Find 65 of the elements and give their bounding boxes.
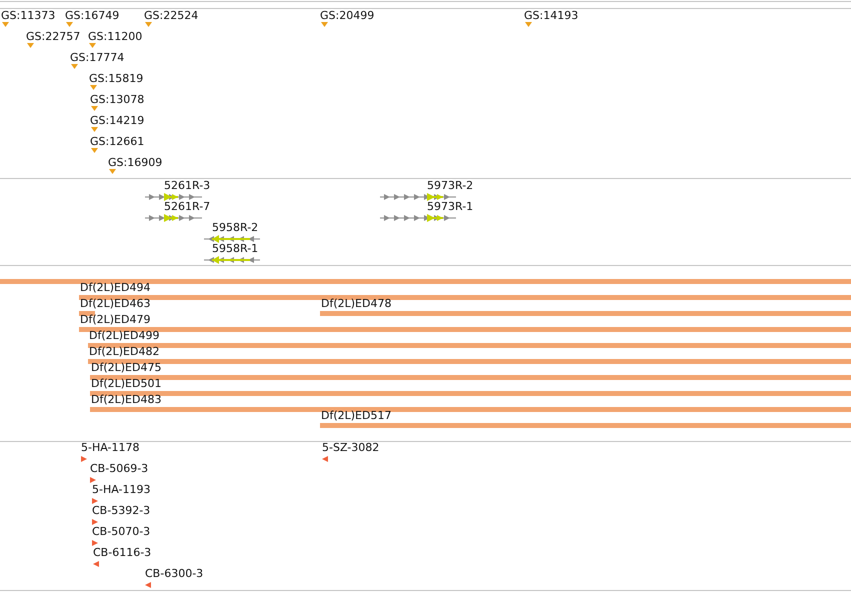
gene-model-drawing[interactable] xyxy=(380,193,456,201)
insertion-marker-icon[interactable] xyxy=(90,477,96,483)
gene-label: GS:14219 xyxy=(90,115,144,127)
gene-marker-icon[interactable] xyxy=(91,148,98,153)
insertion-label: 5-HA-1178 xyxy=(81,442,140,454)
insertion-marker-icon[interactable] xyxy=(93,561,99,567)
deficiency-label: Df(2L)ED517 xyxy=(321,410,392,422)
deficiency-label: Df(2L)ED483 xyxy=(91,394,162,406)
gene-model-drawing[interactable] xyxy=(204,235,260,243)
deficiency-label: Df(2L)ED501 xyxy=(91,378,162,390)
insertion-label: 5-HA-1193 xyxy=(92,484,150,496)
deficiency-label: Df(2L)ED499 xyxy=(89,330,160,342)
insertion-label: CB-5069-3 xyxy=(90,463,148,475)
transcript-label: 5973R-2 xyxy=(427,180,474,192)
insertion-marker-icon[interactable] xyxy=(145,582,151,588)
deficiency-label: Df(2L)ED478 xyxy=(321,298,392,310)
deficiency-label: Df(2L)ED494 xyxy=(80,282,150,294)
transcript-label: 5261R-7 xyxy=(164,201,210,213)
gene-label: GS:22524 xyxy=(144,10,198,22)
gene-label: GS:13078 xyxy=(90,94,144,106)
insertion-label: CB-5392-3 xyxy=(92,505,150,517)
insertion-marker-icon[interactable] xyxy=(81,456,87,462)
gene-label: GS:11200 xyxy=(88,31,142,43)
gene-marker-icon[interactable] xyxy=(525,22,532,27)
transcript-label: 5958R-1 xyxy=(212,243,258,255)
gene-label: GS:12661 xyxy=(90,136,144,148)
gene-label: GS:16909 xyxy=(108,157,162,169)
gene-marker-icon[interactable] xyxy=(90,85,97,90)
gene-marker-icon[interactable] xyxy=(321,22,328,27)
insertion-label: CB-6116-3 xyxy=(93,547,152,559)
deficiency-bar[interactable] xyxy=(79,311,95,316)
gene-label: GS:20499 xyxy=(320,10,374,22)
gene-marker-icon[interactable] xyxy=(27,43,34,48)
transcript-label: 5261R-3 xyxy=(164,180,210,192)
deficiency-label: Df(2L)ED475 xyxy=(91,362,162,374)
gene-label: GS:11373 xyxy=(1,10,56,22)
insertion-marker-icon[interactable] xyxy=(92,519,98,525)
gene-model-drawing[interactable] xyxy=(145,214,202,222)
insertion-label: CB-5070-3 xyxy=(92,526,150,538)
gene-label: GS:15819 xyxy=(89,73,144,85)
gene-marker-icon[interactable] xyxy=(109,169,116,174)
deficiency-label: Df(2L)ED479 xyxy=(80,314,150,326)
insertion-marker-icon[interactable] xyxy=(322,456,328,462)
insertion-label: CB-6300-3 xyxy=(145,568,204,580)
gene-marker-icon[interactable] xyxy=(89,43,96,48)
insertion-label: 5-SZ-3082 xyxy=(322,442,380,454)
insertion-marker-icon[interactable] xyxy=(92,498,98,504)
transcript-label: 5973R-1 xyxy=(427,201,474,213)
deficiency-label: Df(2L)ED463 xyxy=(80,298,150,310)
gene-marker-icon[interactable] xyxy=(2,22,9,27)
gene-marker-icon[interactable] xyxy=(91,106,98,111)
gene-label: GS:22757 xyxy=(26,31,80,43)
transcript-label: 5958R-2 xyxy=(212,222,258,234)
gene-label: GS:16749 xyxy=(65,10,120,22)
gene-model-drawing[interactable] xyxy=(204,256,260,264)
deficiency-label: Df(2L)ED482 xyxy=(89,346,160,358)
gene-marker-icon[interactable] xyxy=(91,127,98,132)
gene-model-drawing[interactable] xyxy=(145,193,202,201)
gene-marker-icon[interactable] xyxy=(145,22,152,27)
gene-marker-icon[interactable] xyxy=(71,64,78,69)
gene-marker-icon[interactable] xyxy=(66,22,73,27)
insertion-marker-icon[interactable] xyxy=(92,540,98,546)
gene-model-drawing[interactable] xyxy=(380,214,456,222)
gene-label: GS:17774 xyxy=(70,52,124,64)
gene-label: GS:14193 xyxy=(524,10,578,22)
